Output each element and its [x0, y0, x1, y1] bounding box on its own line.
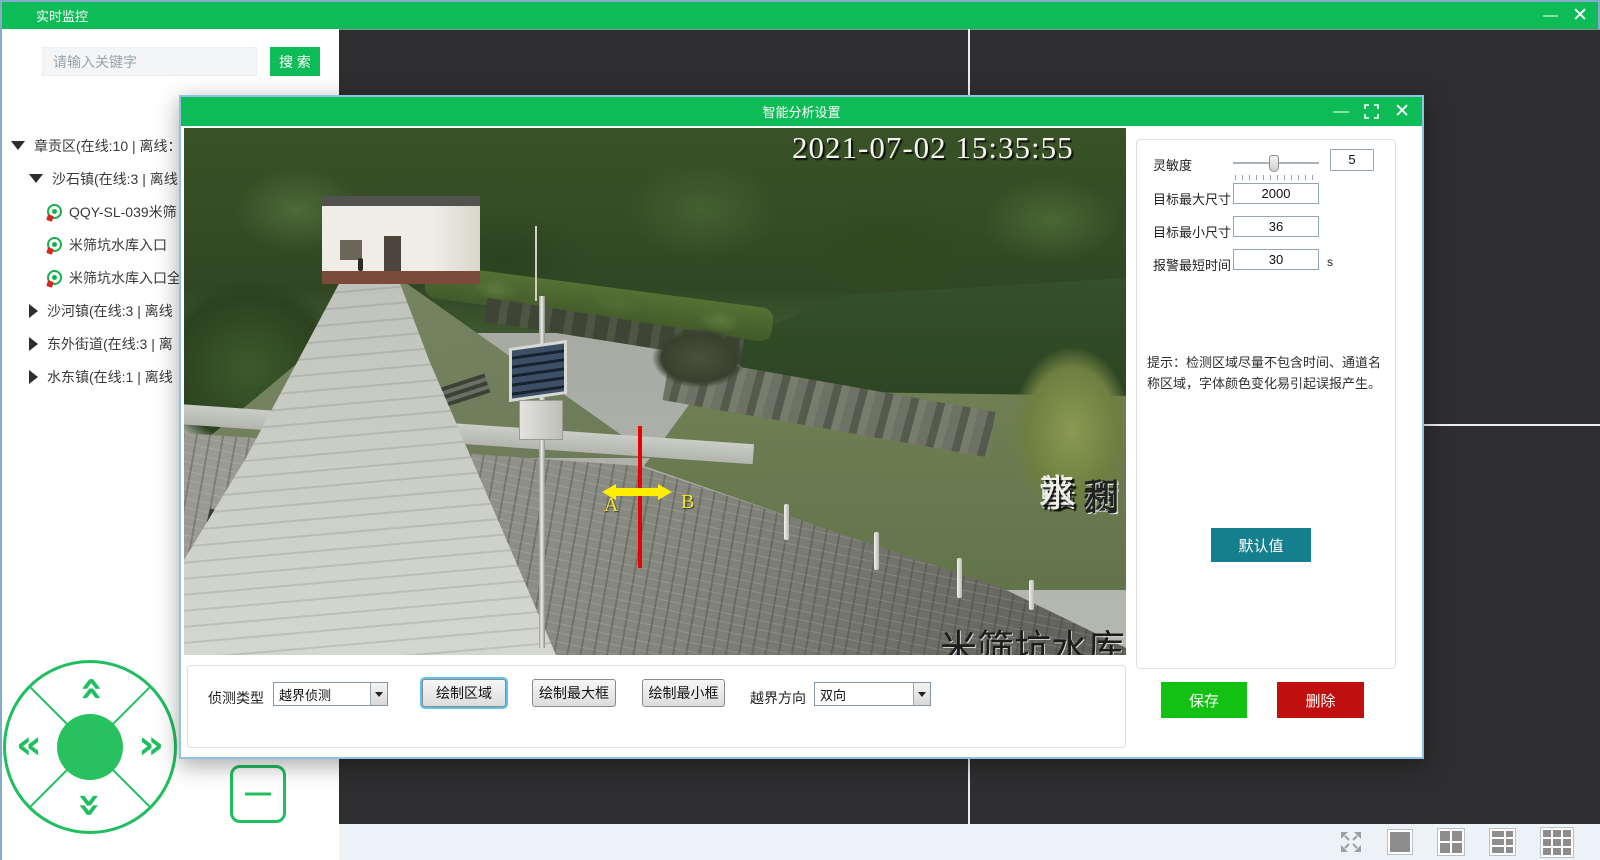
- scene-rocks: [652, 328, 747, 388]
- scene-marker-post: [957, 558, 962, 598]
- sensitivity-row: 灵敏度 5: [1137, 152, 1395, 174]
- scene-marker-post: [874, 532, 879, 570]
- settings-panel: 灵敏度 5 目标最大尺寸 目标最小尺寸 报警最短时间 s: [1136, 139, 1396, 669]
- dropdown-arrow-icon[interactable]: [370, 683, 387, 705]
- slider-thumb[interactable]: [1269, 155, 1279, 172]
- osd-watermark-bottom: 米筛坑水库: [940, 618, 1125, 655]
- sensitivity-slider[interactable]: [1233, 155, 1319, 171]
- tree-node-label: 章贡区(在线:10 | 离线：: [34, 136, 182, 156]
- ptz-up-icon[interactable]: »: [70, 676, 110, 702]
- collapse-arrow-icon[interactable]: [29, 337, 38, 351]
- search-row: 搜 索: [42, 47, 320, 76]
- video-feed: 2021-07-02 15:35:55 江 赣 章 水 西 州 贡 利 米筛坑水…: [184, 128, 1126, 655]
- min-size-row: 目标最小尺寸: [1137, 219, 1395, 241]
- scene-marker-post: [1029, 580, 1034, 610]
- scene-person: [358, 258, 363, 271]
- camera-icon: [47, 270, 62, 285]
- osd-timestamp: 2021-07-02 15:35:55: [792, 130, 1122, 166]
- sensitivity-value[interactable]: 5: [1330, 149, 1374, 171]
- detection-label-b: B: [681, 491, 694, 514]
- ptz-left-icon[interactable]: «: [16, 725, 42, 765]
- dialog-maximize-icon[interactable]: [1364, 104, 1379, 119]
- scene-marker-post: [784, 504, 789, 540]
- watermark-char: 利: [1083, 480, 1120, 517]
- alarm-time-row: 报警最短时间 s: [1137, 252, 1395, 274]
- analysis-settings-dialog: 智能分析设置 — ✕: [179, 95, 1424, 759]
- detection-label-a: A: [604, 494, 618, 517]
- min-size-input[interactable]: [1233, 216, 1319, 237]
- tree-node-label: 东外街道(在线:3 | 离: [47, 334, 173, 354]
- max-size-row: 目标最大尺寸: [1137, 186, 1395, 208]
- dialog-title: 智能分析设置: [762, 102, 840, 121]
- layout-1-icon[interactable]: [1387, 829, 1413, 855]
- min-size-label: 目标最小尺寸: [1153, 222, 1231, 241]
- scene-building: [322, 196, 480, 284]
- alarm-time-input[interactable]: [1233, 249, 1319, 270]
- ptz-down-icon[interactable]: »: [70, 792, 110, 818]
- scene-solar-panel: [509, 340, 567, 402]
- detect-type-value: 越界侦测: [274, 685, 370, 704]
- scene-window: [340, 240, 362, 260]
- default-values-button[interactable]: 默认值: [1211, 528, 1311, 562]
- ptz-center-button[interactable]: [57, 714, 123, 780]
- draw-region-button[interactable]: 绘制区域: [422, 679, 506, 707]
- max-size-label: 目标最大尺寸: [1153, 189, 1231, 208]
- direction-value: 双向: [815, 685, 913, 704]
- tree-node-label: 沙石镇(在线:3 | 离线: [52, 169, 178, 189]
- zoom-out-button[interactable]: [230, 765, 286, 823]
- direction-select[interactable]: 双向: [814, 682, 931, 706]
- layout-toolbar: [339, 824, 1600, 860]
- dropdown-arrow-icon[interactable]: [913, 683, 930, 705]
- tree-node-label: 米筛坑水库入口全: [69, 268, 181, 288]
- alarm-time-unit: s: [1327, 255, 1333, 269]
- expand-arrow-icon[interactable]: [29, 174, 43, 183]
- sensitivity-label: 灵敏度: [1153, 155, 1192, 174]
- window-title: 实时监控: [36, 6, 88, 25]
- window-minimize-icon[interactable]: —: [1543, 7, 1558, 24]
- dialog-close-icon[interactable]: ✕: [1394, 100, 1410, 123]
- delete-button[interactable]: 删除: [1277, 682, 1364, 718]
- scene-wall-band: [322, 271, 480, 284]
- expand-arrow-icon[interactable]: [11, 141, 25, 150]
- draw-min-box-button[interactable]: 绘制最小框: [642, 679, 725, 707]
- layout-4-icon[interactable]: [1437, 828, 1465, 856]
- fullscreen-icon[interactable]: [1339, 830, 1363, 854]
- scene-antenna: [535, 226, 537, 301]
- detect-type-label: 侦测类型: [208, 688, 264, 708]
- draw-max-box-button[interactable]: 绘制最大框: [532, 679, 616, 707]
- settings-hint-text: 提示：检测区域尽量不包含时间、通道名称区域，字体颜色变化易引起误报产生。: [1147, 352, 1387, 394]
- layout-9-icon[interactable]: [1540, 827, 1574, 858]
- tree-node-label: 水东镇(在线:1 | 离线: [47, 367, 173, 387]
- window-close-icon[interactable]: ✕: [1572, 4, 1588, 27]
- tree-node-label: 沙河镇(在线:3 | 离线: [47, 301, 173, 321]
- tree-node-label: QQY-SL-039米筛: [69, 202, 177, 222]
- scene-device-box: [519, 400, 563, 440]
- alarm-time-label: 报警最短时间: [1153, 255, 1231, 274]
- tree-node-label: 米筛坑水库入口: [69, 235, 167, 255]
- search-button[interactable]: 搜 索: [270, 47, 320, 76]
- collapse-arrow-icon[interactable]: [29, 304, 38, 318]
- detection-controls: 侦测类型 越界侦测 绘制区域 绘制最大框 绘制最小框 越界方向 双向: [187, 665, 1126, 748]
- main-titlebar: 实时监控 — ✕: [2, 2, 1598, 29]
- collapse-arrow-icon[interactable]: [29, 370, 38, 384]
- camera-icon: [47, 204, 62, 219]
- save-button[interactable]: 保存: [1161, 682, 1247, 718]
- max-size-input[interactable]: [1233, 183, 1319, 204]
- direction-label: 越界方向: [750, 688, 806, 708]
- slider-ticks: [1235, 175, 1319, 180]
- dialog-titlebar: 智能分析设置 — ✕: [181, 97, 1422, 126]
- detect-type-select[interactable]: 越界侦测: [273, 682, 388, 706]
- main-window: 实时监控 — ✕: [0, 0, 1600, 860]
- search-input[interactable]: [42, 47, 257, 76]
- ptz-joystick[interactable]: » » « »: [3, 660, 177, 834]
- camera-icon: [47, 237, 62, 252]
- watermark-char: 水: [1039, 476, 1076, 513]
- ptz-right-icon[interactable]: »: [138, 725, 164, 765]
- dialog-minimize-icon[interactable]: —: [1333, 103, 1349, 121]
- layout-6-icon[interactable]: [1489, 828, 1516, 856]
